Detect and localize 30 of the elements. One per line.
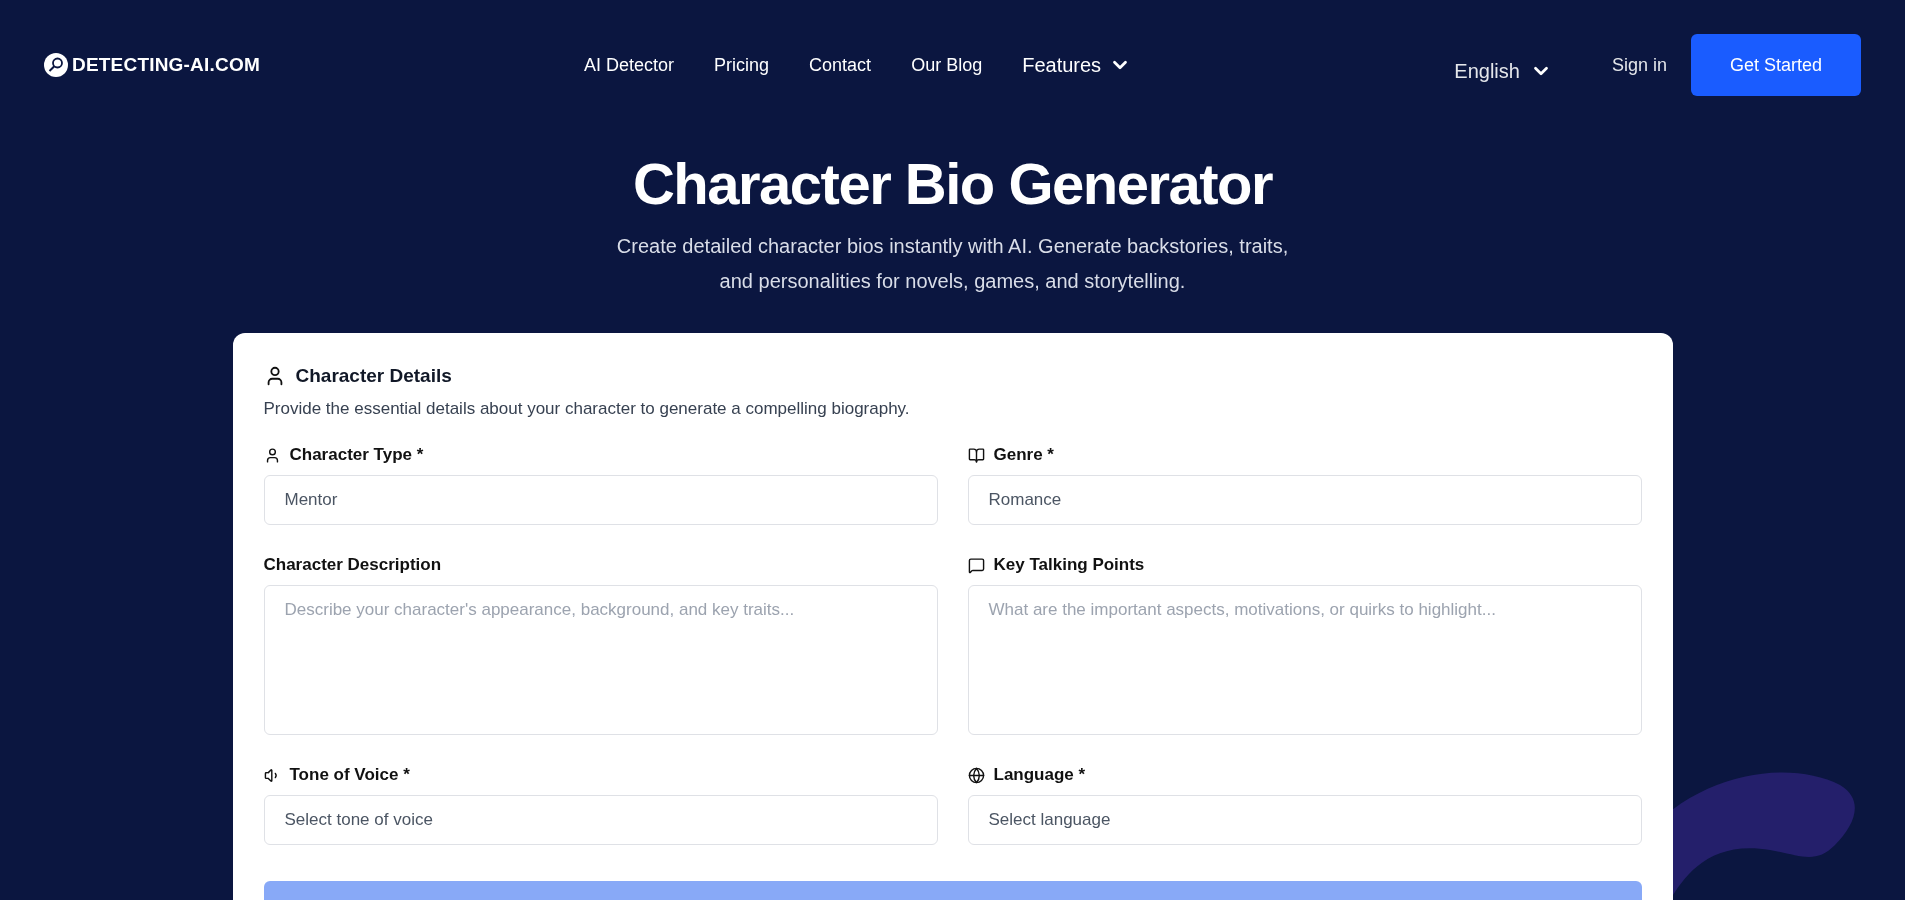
globe-icon [967, 766, 985, 784]
field-label: Tone of Voice * [289, 765, 410, 785]
get-started-button[interactable]: Get Started [1691, 34, 1861, 96]
select-field[interactable]: Mentor [263, 475, 938, 525]
field-label: Language * [993, 765, 1086, 785]
field-label: Character Description [263, 555, 442, 575]
section-description: Provide the essential details about your character to generate a compelling biography. [263, 399, 911, 419]
nav-link[interactable]: Pricing [714, 54, 770, 76]
nav-link[interactable]: Contact [809, 54, 872, 76]
text-area[interactable]: Describe your character's appearance, background, and key traits... [263, 585, 938, 735]
page-title: Character Bio Generator [632, 150, 1273, 217]
select-field[interactable]: Romance [967, 475, 1642, 525]
page-subtitle: Create detailed character bios instantly with AI. Generate backstories, traits, [616, 234, 1289, 259]
text-area[interactable]: What are the important aspects, motivations, or quirks to highlight... [967, 585, 1642, 735]
page-subtitle: and personalities for novels, games, and storytelling. [719, 269, 1186, 294]
language-selector[interactable]: English [1454, 59, 1552, 83]
select-field[interactable]: Select language [967, 795, 1642, 845]
section-title: Character Details [295, 365, 452, 387]
logo-text: DETECTING-AI.COM [72, 54, 260, 76]
nav-link[interactable]: AI Detector [584, 54, 675, 76]
magnifier-logo-icon [44, 53, 68, 77]
book-icon [967, 446, 985, 464]
select-field[interactable]: Select tone of voice [263, 795, 938, 845]
sign-in-link[interactable]: Sign in [1611, 54, 1667, 76]
nav-link[interactable]: Our Blog [911, 54, 983, 76]
chat-icon [967, 556, 985, 574]
field-label: Genre * [993, 445, 1054, 465]
nav-link[interactable]: Features [1022, 53, 1132, 77]
field-label: Key Talking Points [993, 555, 1145, 575]
field-label: Character Type * [289, 445, 424, 465]
